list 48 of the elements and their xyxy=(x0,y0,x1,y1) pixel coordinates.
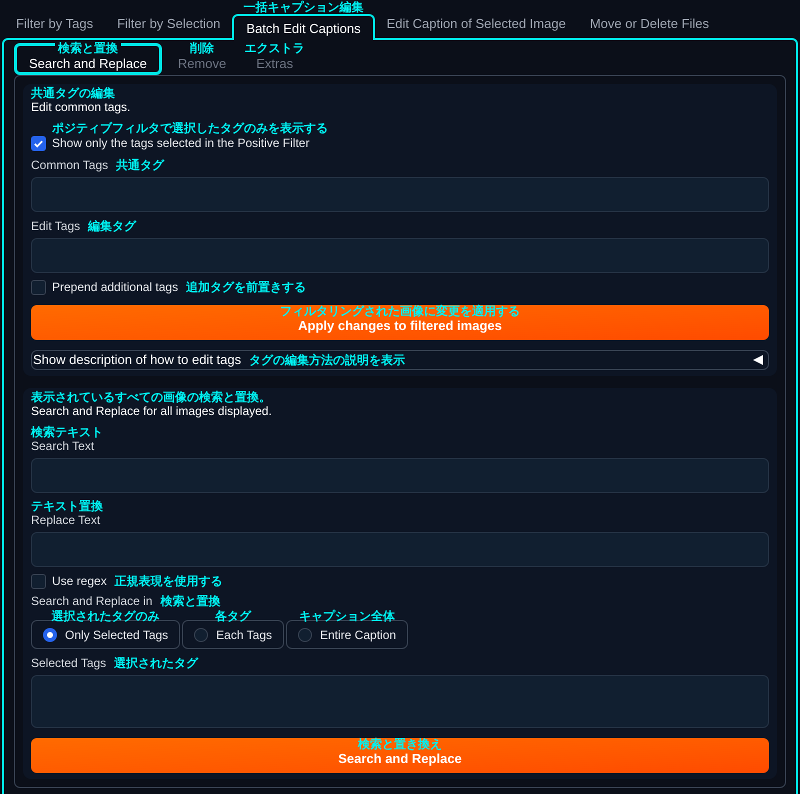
checkbox-label: Prepend additional tags xyxy=(52,279,178,295)
label-translation: テキスト置換 xyxy=(31,499,103,513)
tab[interactable]: Filter by Tags xyxy=(4,10,106,38)
accordion-header[interactable]: Show description of how to edit tags タグの編集方法の説明を表示 xyxy=(31,350,769,370)
checkbox[interactable] xyxy=(31,574,46,588)
radio-icon[interactable] xyxy=(194,628,208,642)
tab[interactable]: Move or Delete Files xyxy=(578,10,722,38)
checkbox-translation: 正規表現を使用する xyxy=(114,574,223,588)
checkbox-label: Show only the tags selected in the Positive Filter xyxy=(52,135,310,151)
tab[interactable]: Filter by Selection xyxy=(105,10,232,38)
label-translation: 編集タグ xyxy=(88,219,136,233)
option-translation: 各タグ xyxy=(215,609,252,623)
section-heading: Edit common tags. xyxy=(31,100,130,115)
radio-icon[interactable] xyxy=(43,628,57,642)
accordion-translation: タグの編集方法の説明を表示 xyxy=(249,353,406,367)
checkbox[interactable] xyxy=(31,280,46,294)
button-translation: フィルタリングされた画像に変更を適用する xyxy=(280,304,520,318)
expand-icon[interactable] xyxy=(752,354,764,366)
subtab-translation: 削除 xyxy=(190,41,214,55)
checkbox-label: Use regex xyxy=(52,573,107,589)
field-label: Edit Tags xyxy=(31,218,80,234)
accordion-label: Show description of how to edit tags xyxy=(33,352,242,368)
section-heading: Search and Replace for all images displayed. xyxy=(31,404,272,419)
field-label: Search Text xyxy=(31,439,94,454)
field-label: Selected Tags xyxy=(31,655,106,671)
button-translation: 検索と置き換え xyxy=(358,737,442,751)
subtab-translation: エクストラ xyxy=(244,41,305,55)
checkbox-translation: ポジティブフィルタで選択したタグのみを表示する xyxy=(52,121,329,135)
label-translation: 検索テキスト xyxy=(31,425,103,439)
checkbox[interactable] xyxy=(31,136,46,150)
radio-icon[interactable] xyxy=(298,628,312,642)
label-translation: 検索と置換 xyxy=(160,594,220,608)
tab[interactable]: Batch Edit Captions xyxy=(232,14,375,40)
subtab-translation: 検索と置換 xyxy=(54,41,121,55)
subtab[interactable]: Extras xyxy=(242,53,308,75)
tab-translation: 一括キャプション編集 xyxy=(242,0,364,14)
label-translation: 選択されたタグ xyxy=(114,656,198,670)
group-label: Search and Replace in xyxy=(31,593,152,609)
heading-translation: 表示されているすべての画像の検索と置換。 xyxy=(31,390,271,404)
option-translation: キャプション全体 xyxy=(299,609,396,623)
checkbox-translation: 追加タグを前置きする xyxy=(186,280,306,294)
heading-translation: 共通タグの編集 xyxy=(31,86,115,100)
option-translation: 選択されたタグのみ xyxy=(52,609,160,623)
field-label: Replace Text xyxy=(31,513,100,528)
field-label: Common Tags xyxy=(31,157,108,173)
label-translation: 共通タグ xyxy=(116,158,164,172)
subtab[interactable]: Remove xyxy=(164,53,240,75)
tab[interactable]: Edit Caption of Selected Image xyxy=(374,10,578,38)
